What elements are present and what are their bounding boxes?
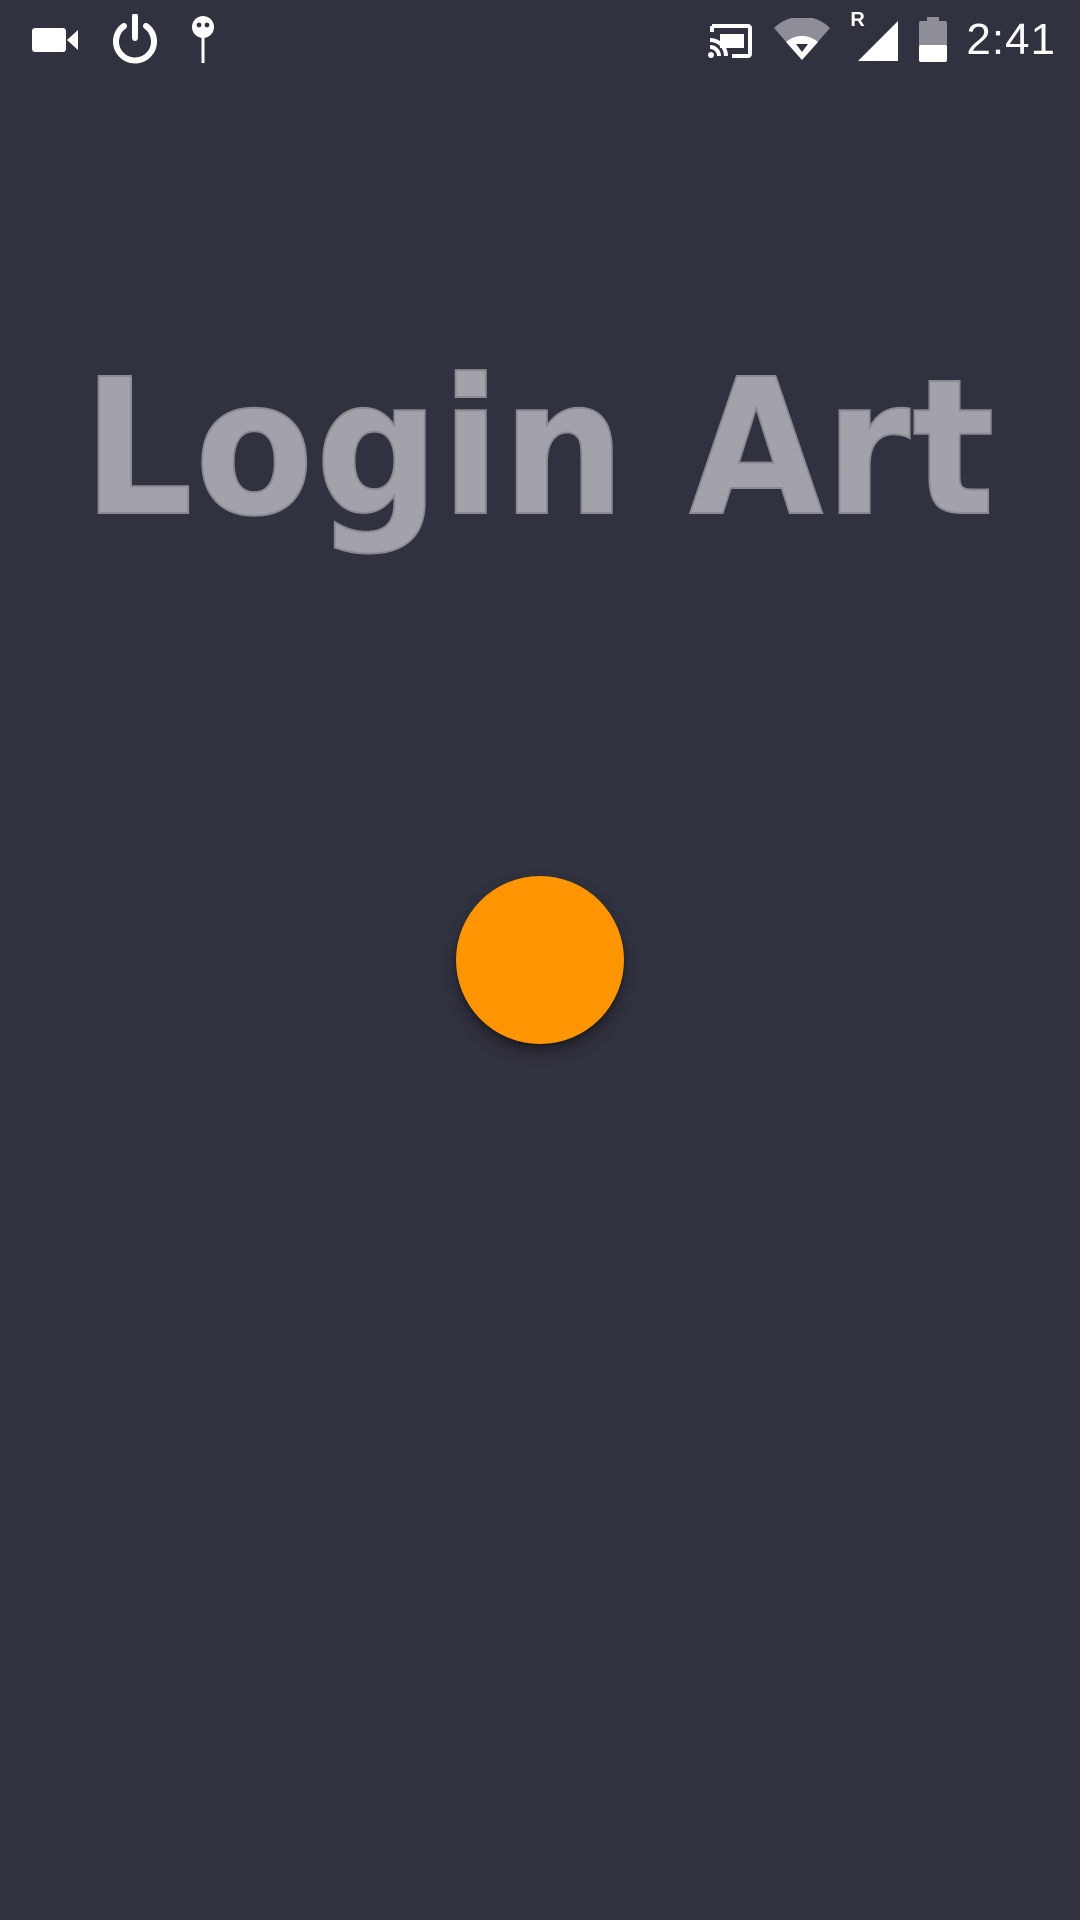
- title-container: Login Art: [0, 339, 1080, 558]
- status-bar: R 2:41: [0, 0, 1080, 80]
- status-bar-right: R 2:41: [706, 8, 1056, 72]
- pushpin-icon: [190, 15, 216, 65]
- battery-icon: [918, 17, 948, 63]
- cell-signal-icon: R: [850, 9, 900, 63]
- login-circle-button[interactable]: [456, 876, 624, 1044]
- status-bar-time: 2:41: [966, 15, 1056, 64]
- power-icon: [110, 14, 160, 66]
- wifi-icon: [772, 18, 832, 62]
- roaming-indicator: R: [850, 9, 865, 31]
- status-bar-left: [32, 8, 216, 72]
- app-title: Login Art: [82, 339, 997, 558]
- video-camera-icon: [32, 24, 80, 56]
- screen: R 2:41 Login Art: [0, 0, 1080, 1920]
- cast-icon: [706, 20, 754, 60]
